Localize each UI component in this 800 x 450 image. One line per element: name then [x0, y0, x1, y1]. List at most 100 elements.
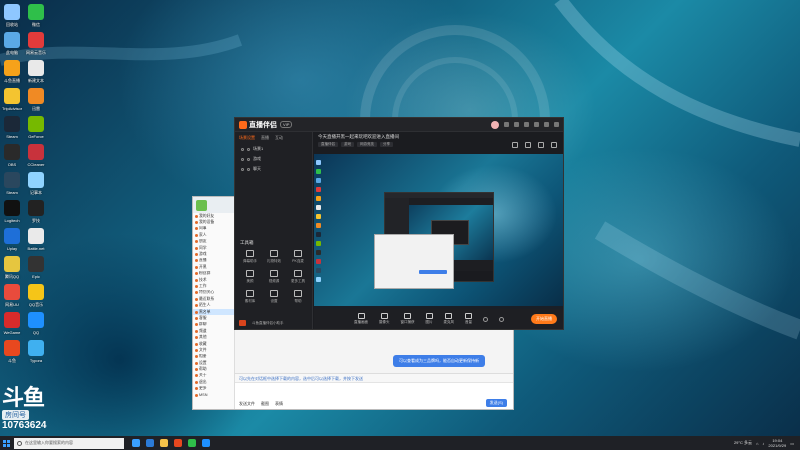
weather[interactable]: 29°C 多云 — [734, 440, 752, 446]
mic-icon[interactable] — [483, 316, 488, 322]
bottom-bar-button[interactable]: 音量 — [465, 313, 472, 325]
record-icon[interactable] — [538, 142, 544, 148]
chat-tool-button[interactable]: 截图 — [261, 401, 269, 407]
preview-icon — [316, 169, 321, 174]
tool-button[interactable]: 帮助 — [286, 290, 310, 304]
tool-button[interactable]: 素材库 — [238, 290, 262, 304]
desktop-icon[interactable]: WeGame — [0, 312, 24, 335]
tool-button[interactable]: 更多工具 — [286, 270, 310, 284]
share-icon[interactable] — [512, 142, 518, 148]
tool-button[interactable]: 视频源 — [262, 270, 286, 284]
desktop-icon[interactable]: Uplay — [0, 228, 24, 251]
minimize-icon[interactable] — [534, 122, 539, 127]
lock-icon[interactable] — [247, 157, 250, 161]
desktop-icon[interactable]: Steam — [0, 172, 24, 195]
bottom-bar-button[interactable]: 麦克风 — [444, 313, 454, 325]
stream-tag[interactable]: 游戏 — [341, 142, 354, 147]
desktop-icon[interactable]: 新建文本 — [24, 60, 48, 83]
contact-list[interactable]: 我的好友 我的设备 同事 家人 朋友 同学 游戏 直播 开黑 粉丝群 技术 工作 特别关心 最近联系 陌生人… — [193, 213, 235, 409]
bottom-bar-button[interactable]: 图片 — [425, 313, 433, 325]
desktop-icon[interactable]: Logitech — [0, 200, 24, 223]
scene-item[interactable]: 场景1 — [235, 144, 312, 154]
streaming-app-window[interactable]: 直播伴侣 VIP 场景设置 直播 互动 场景1 游戏 聊天 工具箱 弹幕助手 礼物特效 PK… — [234, 117, 564, 330]
sidebar-tab[interactable]: 直播 — [261, 135, 269, 141]
desktop-icon[interactable]: 斗鱼直播 — [0, 60, 24, 83]
desktop-icon[interactable]: 此电脑 — [0, 32, 24, 55]
desktop-icon[interactable]: QQ音乐 — [24, 284, 48, 307]
bottom-bar-button[interactable]: 摄像头 — [379, 313, 390, 325]
settings-icon[interactable] — [514, 122, 519, 127]
contact-row[interactable]: MSN — [193, 392, 234, 398]
stream-tag[interactable]: 分享 — [380, 142, 393, 147]
stream-preview[interactable] — [314, 154, 563, 311]
send-button[interactable]: 发送(S) — [485, 399, 507, 407]
settings-small-icon[interactable] — [499, 316, 504, 322]
desktop-icon[interactable]: Typora — [24, 340, 48, 363]
visibility-icon[interactable] — [241, 167, 244, 171]
tool-button[interactable]: 弹幕助手 — [238, 250, 262, 264]
maximize-icon[interactable] — [544, 122, 549, 127]
app-titlebar[interactable]: 直播伴侣 VIP — [235, 118, 563, 132]
lock-icon[interactable] — [247, 147, 250, 151]
desktop-icon[interactable]: QQ — [24, 312, 48, 335]
desktop-icon[interactable]: 微信 — [24, 4, 48, 27]
tool-button[interactable]: 设置 — [262, 290, 286, 304]
notification-icon[interactable]: ▭ — [790, 441, 794, 446]
visibility-icon[interactable] — [241, 147, 244, 151]
qq-icon[interactable] — [202, 439, 210, 447]
menu-icon[interactable] — [524, 122, 529, 127]
desktop-icon[interactable]: 斗鱼 — [0, 340, 24, 363]
network-icon[interactable]: ⌂ — [756, 441, 758, 446]
edge-icon[interactable] — [146, 439, 154, 447]
taskbar-search[interactable]: 在这里输入你要搜索的内容 — [14, 437, 124, 449]
user-avatar-icon[interactable] — [491, 120, 499, 129]
stream-tag[interactable]: 网游竞技 — [357, 142, 377, 147]
camera-icon[interactable] — [525, 142, 531, 148]
desktop-icon[interactable]: 网易UU — [0, 284, 24, 307]
wechat-icon[interactable] — [188, 439, 196, 447]
bottom-bar-button[interactable]: 直播画面 — [354, 313, 368, 325]
go-live-button[interactable]: 开始直播 — [531, 314, 557, 324]
desktop-icon[interactable]: 罗技 — [24, 200, 48, 223]
desktop-icon[interactable]: 腾讯QQ — [0, 256, 24, 279]
desktop-icon[interactable]: Steam — [0, 116, 24, 139]
folder-icon[interactable] — [160, 439, 168, 447]
sidebar-tab[interactable]: 互动 — [275, 135, 283, 141]
desktop-icon[interactable]: OBS — [0, 144, 24, 167]
desktop-icon[interactable]: CCleaner — [24, 144, 48, 167]
scene-item[interactable]: 聊天 — [235, 164, 312, 174]
bottom-bar-button[interactable]: 窗口捕获 — [401, 313, 415, 325]
douyu-icon[interactable] — [174, 439, 182, 447]
visibility-icon[interactable] — [241, 157, 244, 161]
desktop-icon[interactable]: 记事本 — [24, 172, 48, 195]
chat-tool-button[interactable]: 发送文件 — [239, 401, 255, 407]
tool-button[interactable]: PK连麦 — [286, 250, 310, 264]
desktop-icon[interactable]: Epic — [24, 256, 48, 279]
desktop-icon[interactable]: 网易云音乐 — [24, 32, 48, 55]
start-button[interactable] — [0, 436, 12, 450]
stream-tag[interactable]: 直播伴侣 — [318, 142, 338, 147]
vip-badge[interactable]: VIP — [280, 121, 293, 128]
message-icon[interactable] — [504, 122, 509, 127]
desktop-icon[interactable]: 迅雷 — [24, 88, 48, 111]
layout-icon[interactable] — [551, 142, 557, 148]
tool-button[interactable]: 美颜 — [238, 270, 262, 284]
desktop-icon[interactable]: Battle.net — [24, 228, 48, 251]
close-icon[interactable] — [554, 122, 559, 127]
assistant-icon[interactable] — [239, 320, 246, 326]
task-view-icon[interactable] — [132, 439, 140, 447]
tool-button[interactable]: 礼物特效 — [262, 250, 286, 264]
avatar[interactable] — [196, 199, 207, 211]
clock[interactable]: 19:04 2021/9/29 — [768, 438, 786, 448]
desktop-icon[interactable]: 回收站 — [0, 4, 24, 27]
stream-title[interactable]: 今天直播开黑一起来玩吧欢迎进入直播间 — [318, 134, 399, 140]
chat-tool-button[interactable]: 表情 — [275, 401, 283, 407]
footer-text[interactable]: 斗鱼直播伴侣小助手 — [252, 321, 284, 326]
chat-input-area[interactable]: 可以先在对话框中选择下载的内容，选中后可以选择下载，并按下发送 发送文件 截图 表情… — [235, 373, 513, 409]
scene-item[interactable]: 游戏 — [235, 154, 312, 164]
lock-icon[interactable] — [247, 167, 250, 171]
sidebar-tab[interactable]: 场景设置 — [239, 135, 255, 141]
desktop-icon[interactable]: TripAdvisor — [0, 88, 24, 111]
desktop-icon[interactable]: GeForce — [24, 116, 48, 139]
volume-icon[interactable]: ♪ — [762, 441, 764, 446]
